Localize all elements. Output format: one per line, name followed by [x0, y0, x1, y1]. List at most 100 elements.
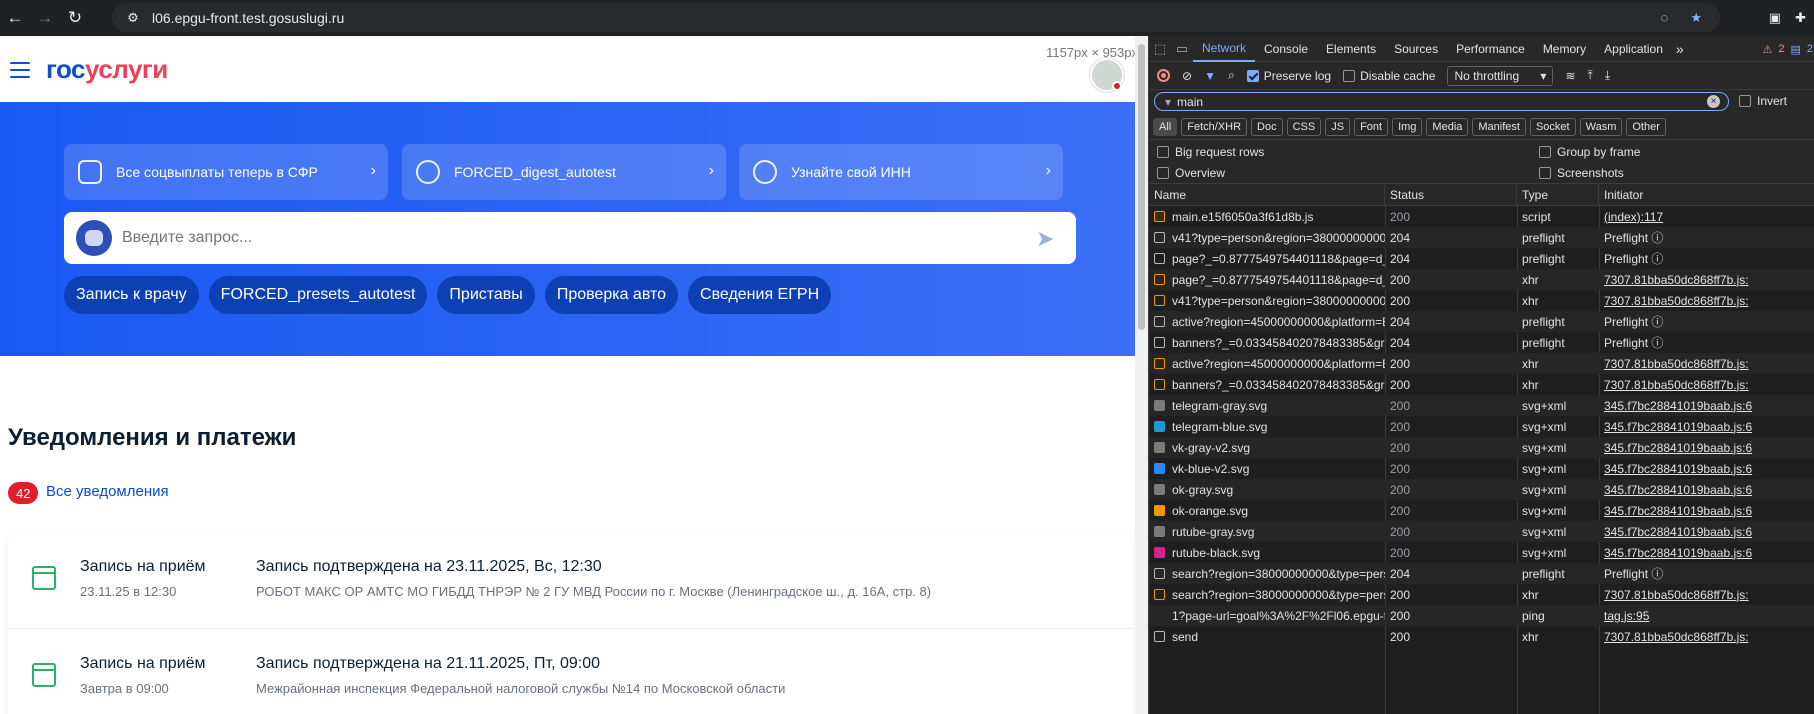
table-row[interactable]: send 200 xhr 7307.81bba50dc868ff7b.js: [1149, 626, 1814, 647]
address-bar[interactable]: ⚙ l06.epgu-front.test.gosuslugi.ru ◌ ★ [112, 3, 1720, 32]
scrollbar-thumb[interactable] [1138, 44, 1145, 330]
cell-initiator[interactable]: 7307.81bba50dc868ff7b.js: [1599, 584, 1814, 605]
cell-name[interactable]: vk-blue-v2.svg [1149, 458, 1385, 479]
table-row[interactable]: search?region=38000000000&type=person...… [1149, 584, 1814, 605]
clear-filter-icon[interactable]: × [1707, 95, 1720, 108]
site-settings-icon[interactable]: ⚙ [124, 9, 142, 27]
cell-initiator[interactable]: 345.f7bc28841019baab.js:6 [1599, 458, 1814, 479]
checkbox-unchecked[interactable] [1539, 146, 1551, 158]
col-name[interactable]: Name [1149, 184, 1385, 206]
cell-name[interactable]: telegram-blue.svg [1149, 416, 1385, 437]
chip-car-check[interactable]: Проверка авто [544, 276, 679, 314]
checkbox-unchecked[interactable] [1157, 167, 1169, 179]
cell-initiator[interactable]: 345.f7bc28841019baab.js:6 [1599, 416, 1814, 437]
star-icon[interactable]: ★ [1690, 10, 1702, 26]
filter-value[interactable]: main [1177, 95, 1203, 109]
col-status[interactable]: Status [1385, 184, 1517, 206]
type-fetch-xhr[interactable]: Fetch/XHR [1181, 117, 1248, 136]
cell-name[interactable]: ok-gray.svg [1149, 479, 1385, 500]
table-row[interactable]: vk-blue-v2.svg 200 svg+xml 345.f7bc28841019… [1149, 458, 1814, 479]
cell-name[interactable]: rutube-gray.svg [1149, 521, 1385, 542]
tab-application[interactable]: Application [1595, 36, 1672, 62]
cell-name[interactable]: search?region=38000000000&type=person... [1149, 563, 1385, 584]
list-item[interactable]: Запись на приём 23.11.25 в 12:30 Запись … [8, 532, 1132, 628]
filter-icon[interactable]: ▼ [1198, 62, 1222, 90]
table-row[interactable]: ok-gray.svg 200 svg+xml 345.f7bc28841019baa… [1149, 479, 1814, 500]
issue-badges[interactable]: ⚠ 2 ▤ 2 [1762, 36, 1813, 62]
cell-name[interactable]: v41?type=person&region=38000000000&c... [1149, 290, 1385, 311]
cell-initiator[interactable]: 7307.81bba50dc868ff7b.js: [1599, 374, 1814, 395]
table-row[interactable]: page?_=0.8777549754401118&page=d_por... 2… [1149, 269, 1814, 290]
cell-name[interactable]: vk-gray-v2.svg [1149, 437, 1385, 458]
checkbox-unchecked[interactable] [1539, 167, 1551, 179]
chip-bailiffs[interactable]: Приставы [437, 276, 535, 314]
cell-name[interactable]: ok-orange.svg [1149, 500, 1385, 521]
type-img[interactable]: Img [1392, 117, 1423, 136]
type-media[interactable]: Media [1426, 117, 1469, 136]
tab-sources[interactable]: Sources [1385, 36, 1447, 62]
page-scrollbar[interactable] [1135, 36, 1148, 714]
table-row[interactable]: banners?_=0.033458402078483385&groups...… [1149, 374, 1814, 395]
cell-initiator[interactable]: 7307.81bba50dc868ff7b.js: [1599, 290, 1814, 311]
cell-name[interactable]: search?region=38000000000&type=person... [1149, 584, 1385, 605]
cell-name[interactable]: v41?type=person&region=38000000000&c... [1149, 227, 1385, 248]
tab-elements[interactable]: Elements [1317, 36, 1385, 62]
type-css[interactable]: CSS [1286, 117, 1322, 136]
chip-doctor[interactable]: Запись к врачу [64, 276, 199, 314]
cell-name[interactable]: page?_=0.8777549754401118&page=d_por... [1149, 269, 1385, 290]
checkbox-unchecked[interactable] [1739, 95, 1751, 107]
cell-name[interactable]: telegram-gray.svg [1149, 395, 1385, 416]
extension-icon[interactable]: ▣ [1769, 10, 1781, 26]
checkbox-unchecked[interactable] [1343, 69, 1356, 82]
table-row[interactable]: banners?_=0.033458402078483385&groups...… [1149, 332, 1814, 353]
overview-checkbox[interactable]: Overview [1157, 166, 1225, 180]
cell-name[interactable]: 1?page-url=goal%3A%2F%2Fl06.epgu-front..… [1149, 605, 1385, 626]
tab-network[interactable]: Network [1193, 36, 1256, 62]
chip-presets[interactable]: FORCED_presets_autotest [208, 276, 428, 314]
filter-input[interactable]: ▾ main × [1154, 92, 1729, 111]
cell-name[interactable]: banners?_=0.033458402078483385&groups... [1149, 332, 1385, 353]
table-row[interactable]: main.e15f6050a3f61d8b.js 200 script (index)… [1149, 206, 1814, 227]
cell-initiator[interactable]: 345.f7bc28841019baab.js:6 [1599, 437, 1814, 458]
tab-console[interactable]: Console [1255, 36, 1317, 62]
big-rows-checkbox[interactable]: Big request rows [1157, 145, 1264, 159]
table-row[interactable]: page?_=0.8777549754401118&page=d_por... 2… [1149, 248, 1814, 269]
inspect-icon[interactable]: ⬚ [1149, 38, 1171, 60]
type-wasm[interactable]: Wasm [1579, 117, 1623, 136]
type-doc[interactable]: Doc [1251, 117, 1283, 136]
import-icon[interactable]: ⤒ [1582, 62, 1599, 90]
eye-off-icon[interactable]: ◌ [1661, 10, 1669, 25]
cell-initiator[interactable]: 345.f7bc28841019baab.js:6 [1599, 395, 1814, 416]
list-item[interactable]: Запись на приём Завтра в 09:00 Запись по… [8, 628, 1132, 714]
table-row[interactable]: telegram-gray.svg 200 svg+xml 345.f7bc28841… [1149, 395, 1814, 416]
cell-name[interactable]: active?region=45000000000&platform=EPG..… [1149, 353, 1385, 374]
cell-name[interactable]: rutube-black.svg [1149, 542, 1385, 563]
network-conditions-icon[interactable]: ≋ [1559, 62, 1581, 90]
type-manifest[interactable]: Manifest [1472, 117, 1526, 136]
table-row[interactable]: vk-gray-v2.svg 200 svg+xml 345.f7bc28841019… [1149, 437, 1814, 458]
throttling-select[interactable]: No throttling ▾ [1447, 65, 1554, 86]
type-font[interactable]: Font [1354, 117, 1389, 136]
search-icon[interactable]: ⌕ [1222, 62, 1241, 90]
search-bar[interactable]: ➤ [64, 212, 1076, 264]
logo[interactable]: госуслуги [46, 54, 168, 85]
group-frame-checkbox[interactable]: Group by frame [1539, 145, 1640, 159]
hero-card-sfr[interactable]: Все соцвыплаты теперь в СФР › [64, 144, 388, 200]
cell-initiator[interactable]: 345.f7bc28841019baab.js:6 [1599, 542, 1814, 563]
checkbox-checked[interactable] [1246, 69, 1259, 82]
cell-name[interactable]: active?region=45000000000&platform=EPG..… [1149, 311, 1385, 332]
table-row[interactable]: rutube-black.svg 200 svg+xml 345.f7bc288410… [1149, 542, 1814, 563]
cell-initiator[interactable]: 345.f7bc28841019baab.js:6 [1599, 479, 1814, 500]
screenshots-checkbox[interactable]: Screenshots [1539, 166, 1624, 180]
device-toolbar-icon[interactable]: ▭ [1171, 38, 1193, 60]
disable-cache-checkbox[interactable]: Disable cache [1337, 62, 1441, 90]
back-icon[interactable]: ← [0, 3, 30, 33]
table-row[interactable]: v41?type=person&region=38000000000&c... 2… [1149, 227, 1814, 248]
send-icon[interactable]: ➤ [1036, 226, 1062, 251]
table-row[interactable]: active?region=45000000000&platform=EPG..… [1149, 311, 1814, 332]
url-text[interactable]: l06.epgu-front.test.gosuslugi.ru [152, 10, 344, 26]
invert-checkbox[interactable]: Invert [1739, 94, 1787, 108]
tab-memory[interactable]: Memory [1534, 36, 1595, 62]
clear-icon[interactable]: ⊘ [1176, 62, 1198, 90]
chip-egrn[interactable]: Сведения ЕГРН [688, 276, 832, 314]
